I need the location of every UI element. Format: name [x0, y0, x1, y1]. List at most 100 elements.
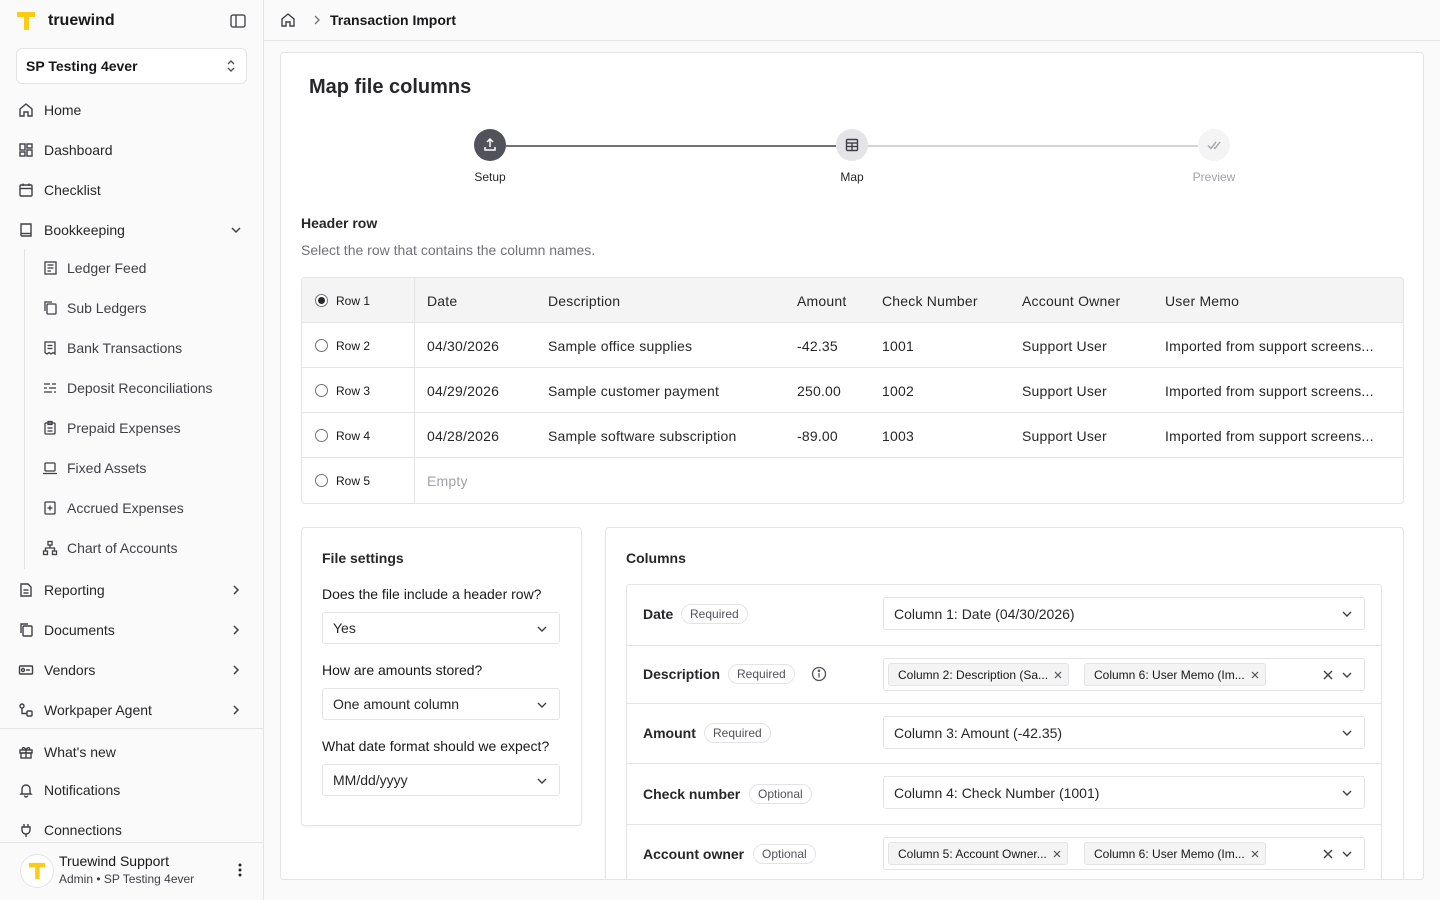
nav-documents[interactable]: Documents — [16, 614, 248, 646]
radio-button[interactable] — [315, 294, 328, 307]
row-radio-option[interactable]: Row 5 — [302, 458, 415, 503]
date-column-select[interactable]: Column 1: Date (04/30/2026) — [883, 597, 1365, 630]
chevron-right-icon[interactable] — [228, 582, 244, 598]
chevron-down-icon[interactable] — [228, 222, 244, 238]
chevron-down-icon — [1342, 851, 1352, 857]
nav-home[interactable]: Home — [16, 94, 248, 126]
avatar — [20, 854, 54, 888]
upload-icon — [484, 137, 496, 151]
sidebar-divider — [0, 728, 263, 729]
date-format-select[interactable]: MM/dd/yyyy — [322, 764, 560, 796]
nav-documents-label: Documents — [44, 622, 115, 638]
sidebar-toggle-icon[interactable] — [228, 11, 248, 31]
clear-selection-icon[interactable] — [1322, 848, 1334, 860]
amount-column-select[interactable]: Column 3: Amount (-42.35) — [883, 716, 1365, 749]
sub-nav-bank-transactions[interactable]: Bank Transactions — [42, 332, 242, 364]
truewind-avatar-logo — [28, 862, 46, 880]
brand[interactable]: truewind — [16, 8, 248, 34]
table-row[interactable]: Row 2 04/30/2026 Sample office supplies … — [302, 323, 1403, 368]
column-field-name: Description — [643, 666, 721, 682]
chevron-down-icon — [537, 626, 547, 632]
header-question-label: Does the file include a header row? — [322, 586, 542, 602]
row-radio-option[interactable]: Row 1 — [302, 278, 415, 323]
nav-vendors[interactable]: Vendors — [16, 654, 248, 686]
user-menu[interactable]: Truewind Support Admin • SP Testing 4eve… — [20, 852, 250, 892]
step-preview-label: Preview — [1192, 170, 1236, 184]
table-cell: Date — [427, 292, 458, 309]
nav-dashboard[interactable]: Dashboard — [16, 134, 248, 166]
radio-button[interactable] — [315, 429, 328, 442]
ledger-icon — [44, 261, 57, 275]
table-row[interactable]: Row 3 04/29/2026 Sample customer payment… — [302, 368, 1403, 413]
nav-checklist[interactable]: Checklist — [16, 174, 248, 206]
nav-whats-new-label: What's new — [44, 744, 116, 760]
radio-button[interactable] — [315, 339, 328, 352]
nav-workpaper-agent[interactable]: Workpaper Agent — [16, 694, 248, 726]
row-label: Row 2 — [336, 338, 371, 353]
bell-icon — [19, 784, 33, 798]
sub-nav-accrued-expenses[interactable]: Accrued Expenses — [42, 492, 242, 524]
more-vertical-icon[interactable] — [232, 860, 248, 880]
radio-button[interactable] — [315, 384, 328, 397]
nav-notifications[interactable]: Notifications — [16, 774, 248, 806]
table-row[interactable]: Row 4 04/28/2026 Sample software subscri… — [302, 413, 1403, 458]
sub-nav-label: Sub Ledgers — [67, 300, 147, 316]
plug-icon — [21, 824, 31, 837]
row-label: Row 1 — [336, 293, 371, 308]
nav-bookkeeping[interactable]: Bookkeeping — [16, 214, 248, 246]
step-preview-indicator — [1198, 129, 1230, 161]
import-card: Map file columns Setup Map Preview Heade… — [280, 52, 1424, 880]
vendor-card-icon — [18, 665, 34, 675]
chevron-right-icon[interactable] — [228, 622, 244, 638]
table-cell: 04/30/2026 — [427, 337, 500, 354]
remove-chip-icon[interactable] — [1251, 850, 1259, 858]
gift-icon — [19, 747, 33, 759]
table-row[interactable]: Row 1 Date Description Amount Check Numb… — [302, 278, 1403, 323]
optional-badge: Optional — [753, 844, 816, 864]
sub-nav-fixed-assets[interactable]: Fixed Assets — [42, 452, 242, 484]
agent-icon — [19, 703, 33, 717]
select-value: Column 4: Check Number (1001) — [894, 784, 1100, 801]
sub-nav-sub-ledgers[interactable]: Sub Ledgers — [42, 292, 242, 324]
clear-selection-icon[interactable] — [1322, 669, 1334, 681]
account-owner-column-multiselect[interactable]: Column 5: Account Owner... Column 6: Use… — [883, 837, 1365, 870]
chevron-down-icon — [1342, 790, 1352, 796]
table-cell: Imported from support screens... — [1165, 382, 1374, 399]
row-radio-option[interactable]: Row 2 — [302, 323, 415, 368]
nav-notifications-label: Notifications — [44, 782, 121, 798]
home-icon[interactable] — [280, 12, 296, 28]
step-setup-indicator[interactable] — [474, 129, 506, 161]
chevron-right-icon[interactable] — [228, 662, 244, 678]
sub-nav-deposit-reconciliations[interactable]: Deposit Reconciliations — [42, 372, 242, 404]
table-cell: 04/28/2026 — [427, 427, 500, 444]
sub-nav-prepaid-expenses[interactable]: Prepaid Expenses — [42, 412, 242, 444]
description-column-multiselect[interactable]: Column 2: Description (Sa... Column 6: U… — [883, 658, 1365, 691]
chevron-right-icon[interactable] — [228, 702, 244, 718]
remove-chip-icon[interactable] — [1251, 671, 1259, 679]
select-value: Column 3: Amount (-42.35) — [894, 724, 1063, 741]
row-radio-option[interactable]: Row 4 — [302, 413, 415, 458]
table-cell: 1001 — [882, 337, 914, 354]
chevron-down-icon — [1342, 672, 1352, 678]
select-value: Column 1: Date (04/30/2026) — [894, 605, 1075, 622]
remove-chip-icon[interactable] — [1054, 671, 1062, 679]
sub-nav-label: Chart of Accounts — [67, 540, 178, 556]
nav-reporting-label: Reporting — [44, 582, 105, 598]
column-field-name: Account owner — [643, 846, 745, 862]
info-icon[interactable] — [811, 666, 827, 682]
table-row[interactable]: Row 5 Empty — [302, 458, 1403, 503]
radio-button[interactable] — [315, 474, 328, 487]
org-switcher[interactable]: SP Testing 4ever — [16, 48, 247, 84]
header-row-select[interactable]: Yes — [322, 612, 560, 644]
amounts-select-value: One amount column — [333, 696, 460, 712]
step-map-indicator — [836, 129, 868, 161]
check-number-column-select[interactable]: Column 4: Check Number (1001) — [883, 776, 1365, 809]
sub-nav-ledger-feed[interactable]: Ledger Feed — [42, 252, 242, 284]
sub-nav-chart-of-accounts[interactable]: Chart of Accounts — [42, 532, 242, 564]
amounts-select[interactable]: One amount column — [322, 688, 560, 720]
nav-whats-new[interactable]: What's new — [16, 736, 248, 768]
nav-reporting[interactable]: Reporting — [16, 574, 248, 606]
laptop-icon — [43, 462, 57, 475]
remove-chip-icon[interactable] — [1053, 850, 1061, 858]
row-radio-option[interactable]: Row 3 — [302, 368, 415, 413]
